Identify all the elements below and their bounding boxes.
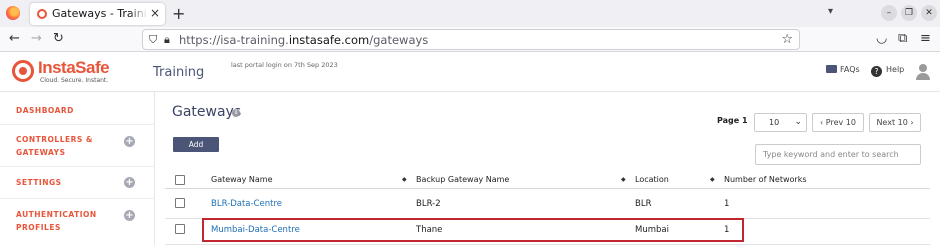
url-bar[interactable]: ⛉ 🔒︎ https://isa-training.instasafe.com/… xyxy=(142,29,800,50)
logo-name: InstaSafe xyxy=(38,58,110,77)
sidebar-item-label: SETTINGS xyxy=(16,178,62,187)
sidebar-item-dashboard[interactable]: DASHBOARD xyxy=(0,92,155,125)
expand-plus-icon[interactable]: + xyxy=(124,177,135,188)
instasafe-logo[interactable]: InstaSafe Cloud. Secure. Instant. xyxy=(12,58,112,86)
chat-icon xyxy=(826,65,837,73)
browser-nav-bar: ← → ↻ ⛉ 🔒︎ https://isa-training.instasaf… xyxy=(0,27,940,52)
logo-mark-icon xyxy=(12,60,34,82)
user-avatar-icon[interactable] xyxy=(916,64,930,80)
reload-icon[interactable]: ↻ xyxy=(53,31,64,46)
sidebar-item-settings[interactable]: SETTINGS + xyxy=(0,167,155,199)
sidebar-item-label: AUTHENTICATION PROFILES xyxy=(16,210,97,232)
firefox-icon[interactable] xyxy=(6,6,20,20)
sort-icon[interactable]: ◆ xyxy=(402,176,407,183)
back-arrow-icon[interactable]: ← xyxy=(9,31,20,46)
prev-page-button[interactable]: ‹ Prev 10 xyxy=(812,113,864,132)
expand-plus-icon[interactable]: + xyxy=(124,136,135,147)
lock-icon[interactable]: 🔒︎ xyxy=(164,33,170,47)
gateway-name-link[interactable]: BLR-Data-Centre xyxy=(211,199,282,209)
app-header: InstaSafe Cloud. Secure. Instant. Traini… xyxy=(0,52,940,92)
sidebar-item-authentication-profiles[interactable]: AUTHENTICATION PROFILES + xyxy=(0,199,155,245)
column-header-number-of-networks[interactable]: Number of Networks xyxy=(724,175,807,184)
location-cell: BLR xyxy=(635,199,652,209)
logo-tagline: Cloud. Secure. Instant. xyxy=(40,77,109,84)
page-title: Gateways xyxy=(172,104,242,120)
column-header-gateway-name[interactable]: Gateway Name xyxy=(211,175,272,184)
forward-arrow-icon[interactable]: → xyxy=(31,31,42,46)
info-icon[interactable]: i xyxy=(232,109,240,117)
row-highlight-box xyxy=(202,218,744,242)
list-tabs-chevron-icon[interactable]: ▾ xyxy=(828,6,833,17)
search-input[interactable] xyxy=(755,144,921,165)
per-page-value: 10 xyxy=(769,118,780,127)
tab-close-icon[interactable]: × xyxy=(150,6,160,20)
menu-icon[interactable]: ≡ xyxy=(920,31,931,46)
add-gateway-button[interactable]: Add xyxy=(173,137,219,152)
per-page-select[interactable]: 10 ⌄ xyxy=(754,113,807,132)
new-tab-icon[interactable]: + xyxy=(172,4,185,23)
question-icon: ? xyxy=(871,66,882,77)
column-header-backup-gateway-name[interactable]: Backup Gateway Name xyxy=(416,175,509,184)
backup-gateway-cell: BLR-2 xyxy=(416,199,441,209)
sidebar-item-label: DASHBOARD xyxy=(16,106,74,115)
next-page-button[interactable]: Next 10 › xyxy=(869,113,921,132)
table-header: Gateway Name ◆ Backup Gateway Name ◆ Loc… xyxy=(165,171,930,189)
help-link[interactable]: ? Help xyxy=(871,65,904,77)
instasafe-favicon-icon xyxy=(37,9,47,19)
chevron-down-icon: ⌄ xyxy=(794,117,802,127)
tab-title: Gateways - Training | InstaSafe xyxy=(52,7,148,20)
column-header-location[interactable]: Location xyxy=(635,175,669,184)
select-all-checkbox[interactable] xyxy=(175,175,185,185)
sidebar: DASHBOARD CONTROLLERS & GATEWAYS + SETTI… xyxy=(0,92,155,245)
sidebar-item-label: CONTROLLERS & GATEWAYS xyxy=(16,135,93,157)
row-checkbox[interactable] xyxy=(175,198,185,208)
networks-count-cell: 1 xyxy=(724,199,730,209)
restore-icon[interactable]: ❐ xyxy=(901,5,917,21)
portal-name: Training xyxy=(153,65,205,80)
shield-icon[interactable]: ⛉ xyxy=(149,33,157,47)
faqs-link[interactable]: FAQs xyxy=(826,65,860,74)
browser-tab-gateways[interactable]: Gateways - Training | InstaSafe × xyxy=(30,3,165,25)
extensions-icon[interactable]: ⧉ xyxy=(898,31,907,46)
url-text[interactable]: https://isa-training.instasafe.com/gatew… xyxy=(179,33,428,47)
page-indicator: Page 1 xyxy=(717,116,748,125)
faqs-label: FAQs xyxy=(840,65,860,74)
expand-plus-icon[interactable]: + xyxy=(124,210,135,221)
row-checkbox[interactable] xyxy=(175,224,185,234)
browser-tab-bar: Gateways - Training | InstaSafe × + ▾ – … xyxy=(0,0,940,27)
bookmark-star-icon[interactable]: ☆ xyxy=(781,32,793,47)
minimize-icon[interactable]: – xyxy=(881,5,897,21)
last-login-text: last portal login on 7th Sep 2023 xyxy=(231,61,338,69)
sort-icon[interactable]: ◆ xyxy=(710,176,715,183)
sort-icon[interactable]: ◆ xyxy=(621,176,626,183)
help-label: Help xyxy=(886,65,905,74)
sidebar-item-controllers-gateways[interactable]: CONTROLLERS & GATEWAYS + xyxy=(0,125,155,167)
close-window-icon[interactable]: ✕ xyxy=(921,5,937,21)
pocket-icon[interactable]: ◡ xyxy=(876,31,887,46)
